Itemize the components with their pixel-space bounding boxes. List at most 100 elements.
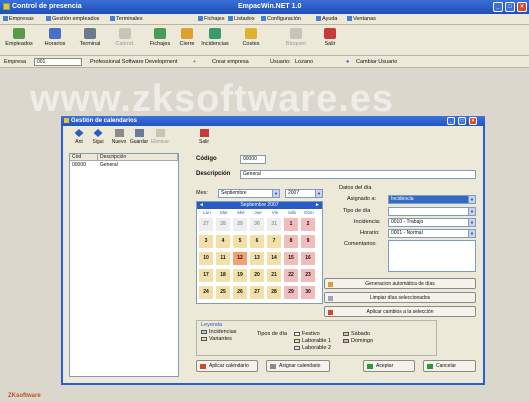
exit-icon <box>199 129 209 137</box>
calendar-day[interactable]: 16 <box>301 252 315 265</box>
create-company-button[interactable]: Crear empresa <box>212 59 249 65</box>
toolbar-costes-button[interactable]: Costes <box>234 28 268 47</box>
calendar-day[interactable]: 1 <box>284 218 298 231</box>
descripcion-field[interactable]: General <box>240 170 476 179</box>
calendar-day[interactable]: 21 <box>267 269 281 282</box>
auto-generate-button[interactable]: Generacion automática de días <box>324 278 476 289</box>
calendar-day[interactable]: 7 <box>267 235 281 248</box>
costs-icon <box>245 28 257 39</box>
cancel-button[interactable]: Cancelar <box>423 360 476 372</box>
dialog-maximize-button[interactable]: □ <box>458 117 466 125</box>
calendar-day[interactable]: 9 <box>301 235 315 248</box>
calendar-day[interactable]: 29 <box>284 286 298 299</box>
calendar-day[interactable]: 19 <box>233 269 247 282</box>
calendar-day[interactable]: 22 <box>284 269 298 282</box>
calendar-day[interactable]: 10 <box>199 252 213 265</box>
dialog-minimize-button[interactable]: _ <box>447 117 455 125</box>
empresa-select[interactable]: 001 <box>34 58 82 66</box>
calendar-prev-icon[interactable]: ◄ <box>199 202 204 209</box>
list-header-code[interactable]: Cód <box>70 154 98 161</box>
calendar-day[interactable]: 4 <box>216 235 230 248</box>
comentarios-field[interactable] <box>388 240 476 272</box>
calendar-day[interactable]: 3 <box>199 235 213 248</box>
close-button[interactable]: × <box>517 2 527 12</box>
apply-calendar-button[interactable]: Aplicar calendario <box>196 360 258 372</box>
minimize-button[interactable]: _ <box>493 2 503 12</box>
menu-label: Listados <box>234 16 255 22</box>
calendar-day[interactable]: 25 <box>216 286 230 299</box>
month-select[interactable]: Septiembre ▼ <box>218 189 280 198</box>
legend-swatch <box>294 346 300 350</box>
calendar-day[interactable]: 17 <box>199 269 213 282</box>
year-select[interactable]: 2007 ▼ <box>285 189 323 198</box>
list-row-description: General <box>100 162 118 168</box>
asignado-select[interactable]: Incidencia ▼ <box>388 195 476 204</box>
calendar-day[interactable]: 30 <box>301 286 315 299</box>
menu-ayuda[interactable]: Ayuda <box>316 16 338 22</box>
dialog-exit-button[interactable]: Salir <box>194 129 214 145</box>
toolbar-terminal-button[interactable]: Terminal <box>73 28 107 47</box>
codigo-field[interactable]: 00000 <box>240 155 266 164</box>
maximize-button[interactable]: □ <box>505 2 515 12</box>
dialog-new-button[interactable]: Nuevo <box>109 129 129 145</box>
calendar-day[interactable]: 13 <box>250 252 264 265</box>
toolbar-bloqueo-button[interactable]: Bloqueo <box>279 28 313 47</box>
dialog-save-button[interactable]: Guardar <box>129 129 149 145</box>
calendar-day[interactable]: 28 <box>267 286 281 299</box>
horario-select[interactable]: 0001 - Normal ▼ <box>388 229 476 238</box>
list-header-description[interactable]: Descripción <box>98 154 178 161</box>
calendar-day[interactable]: 24 <box>199 286 213 299</box>
menu-terminales[interactable]: Terminales <box>110 16 143 22</box>
toolbar-calendario-button[interactable]: Calend. <box>108 28 142 47</box>
toolbar-label: Fichajes <box>149 41 171 47</box>
toolbar-horarios-button[interactable]: Horarios <box>38 28 72 47</box>
calendar-day[interactable]: 29 <box>233 218 247 231</box>
legend-label: Festivo <box>302 331 320 337</box>
menu-configuracion[interactable]: Configuración <box>261 16 301 22</box>
company-name: Professional Software Development <box>90 59 178 65</box>
tipo-dia-select[interactable]: ▼ <box>388 207 476 216</box>
dialog-close-button[interactable]: × <box>469 117 477 125</box>
change-user-button[interactable]: Cambiar Usuario <box>356 59 397 65</box>
assign-calendar-button[interactable]: Asignar calendario <box>266 360 330 372</box>
clear-selection-button[interactable]: Limpiar días seleccionados <box>324 292 476 303</box>
calendar-day[interactable]: 14 <box>267 252 281 265</box>
dialog-prev-button[interactable]: Ant <box>69 129 89 145</box>
apply-selection-button[interactable]: Aplicar cambios a la selección <box>324 306 476 317</box>
calendar-day[interactable]: 27 <box>199 218 213 231</box>
calendar-day[interactable]: 20 <box>250 269 264 282</box>
menu-empresas[interactable]: Empresas <box>3 16 34 22</box>
calendar-day[interactable]: 27 <box>250 286 264 299</box>
accept-button[interactable]: Aceptar <box>363 360 415 372</box>
menu-gestion-empleados[interactable]: Gestión empleados <box>46 16 99 22</box>
eraser-icon <box>328 296 333 301</box>
toolbar-empleados-button[interactable]: Empleados <box>2 28 36 47</box>
calendar-list[interactable]: Cód Descripción 00000 General <box>69 153 179 377</box>
calendar-day[interactable]: 23 <box>301 269 315 282</box>
legend-variantes: Variantes <box>201 336 232 342</box>
calendar-next-icon[interactable]: ► <box>315 202 320 209</box>
calendar-day[interactable]: 28 <box>216 218 230 231</box>
calendar-day[interactable]: 2 <box>301 218 315 231</box>
calendar-day[interactable]: 5 <box>233 235 247 248</box>
calendar-day[interactable]: 30 <box>250 218 264 231</box>
toolbar-incidencias-button[interactable]: Incidencias <box>198 28 232 47</box>
calendar-day[interactable]: 12 <box>233 252 247 265</box>
calendar-day[interactable]: 11 <box>216 252 230 265</box>
calendar-day[interactable]: 26 <box>233 286 247 299</box>
calendar-day[interactable]: 15 <box>284 252 298 265</box>
dialog-next-button[interactable]: Sigui <box>88 129 108 145</box>
toolbar-salir-button[interactable]: Salir <box>313 28 347 47</box>
incidencia-select[interactable]: 0010 - Trabajo ▼ <box>388 218 476 227</box>
dialog-delete-button[interactable]: Eliminar <box>150 129 170 145</box>
menu-label: Terminales <box>116 16 143 22</box>
legend-domingo: Domingo <box>343 338 373 344</box>
menu-ventanas[interactable]: Ventanas <box>347 16 376 22</box>
menu-listados[interactable]: Listados <box>228 16 255 22</box>
menu-fichajes[interactable]: Fichajes <box>198 16 224 22</box>
calendar-day[interactable]: 8 <box>284 235 298 248</box>
calendar-day[interactable]: 31 <box>267 218 281 231</box>
calendar-day[interactable]: 6 <box>250 235 264 248</box>
month-calendar[interactable]: ◄ Septiembre 2007 ► Lun Mar Mié Jue Vie … <box>196 201 323 304</box>
calendar-day[interactable]: 18 <box>216 269 230 282</box>
